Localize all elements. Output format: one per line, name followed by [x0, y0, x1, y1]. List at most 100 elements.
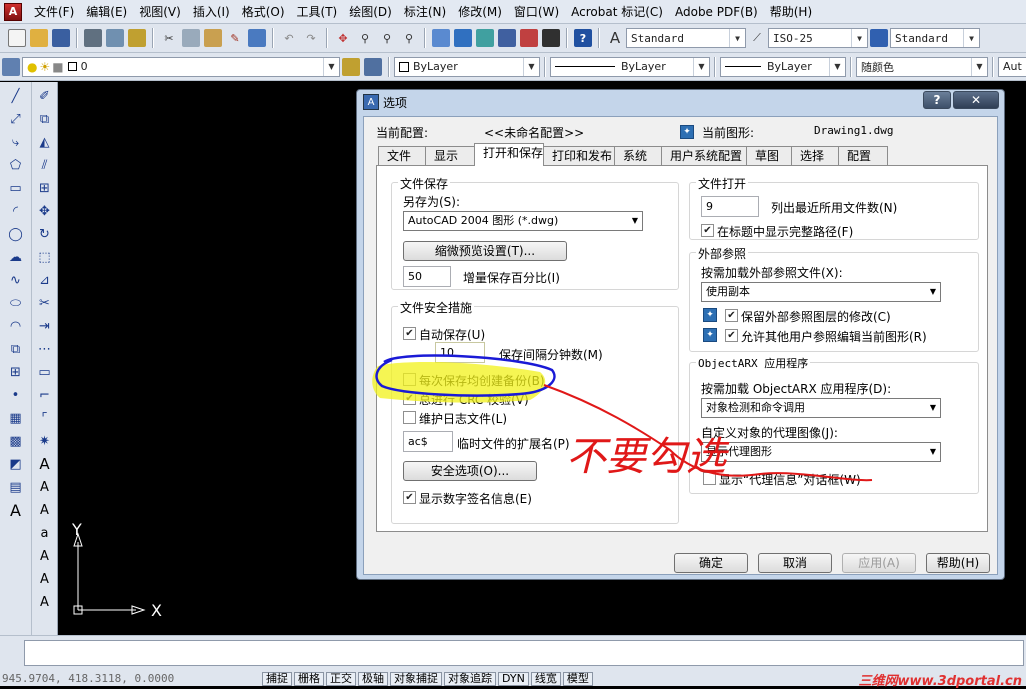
rectangle-icon[interactable]: ▭: [7, 179, 25, 197]
plotstyle-select[interactable]: 随颜色 ▼: [856, 56, 988, 77]
help-icon[interactable]: ?: [574, 29, 592, 47]
justify-text-icon[interactable]: A: [36, 593, 54, 611]
redo-icon[interactable]: ↷: [302, 29, 320, 47]
erase-icon[interactable]: ✐: [36, 87, 54, 105]
print-icon[interactable]: [84, 29, 102, 47]
temp-extension-input[interactable]: ac$: [403, 431, 453, 452]
status-toggle[interactable]: 极轴: [358, 671, 388, 686]
lineweight-select[interactable]: ByLayer ▼: [720, 56, 846, 77]
status-toggle[interactable]: 对象捕捉: [390, 671, 442, 686]
cut-icon[interactable]: ✂: [160, 29, 178, 47]
menu-item[interactable]: 帮助(H): [764, 0, 818, 24]
tab-drafting[interactable]: 草图: [746, 146, 792, 165]
stretch-icon[interactable]: ⊿: [36, 271, 54, 289]
extra-select[interactable]: Aut: [998, 56, 1026, 77]
make-block-icon[interactable]: ⊞: [7, 363, 25, 381]
status-toggle[interactable]: 捕捉: [262, 671, 292, 686]
new-file-icon[interactable]: [8, 29, 26, 47]
text-edit-icon[interactable]: A: [36, 478, 54, 496]
status-toggle[interactable]: 正交: [326, 671, 356, 686]
table-icon[interactable]: ▤: [7, 478, 25, 496]
spell-check-icon[interactable]: a: [36, 524, 54, 542]
layer-manager-icon[interactable]: [2, 57, 20, 76]
digital-signature-checkbox[interactable]: ✔: [403, 491, 416, 504]
menu-item[interactable]: 文件(F): [28, 0, 80, 24]
apply-button[interactable]: 应用(A): [842, 553, 916, 573]
menu-item[interactable]: 编辑(E): [80, 0, 133, 24]
cancel-button[interactable]: 取消: [758, 553, 832, 573]
save-as-select[interactable]: AutoCAD 2004 图形 (*.dwg) ▼: [403, 211, 643, 231]
layer-select[interactable]: ● ☀ ■ 0 ▼: [22, 56, 340, 77]
tool-palettes-icon[interactable]: [476, 29, 494, 47]
command-input[interactable]: [24, 640, 1024, 666]
properties-icon[interactable]: [432, 29, 450, 47]
line-icon[interactable]: ╱: [7, 87, 25, 105]
tab-profiles[interactable]: 配置: [838, 146, 888, 165]
zoom-window-icon[interactable]: ⚲: [378, 29, 396, 47]
move-icon[interactable]: ✥: [36, 202, 54, 220]
polygon-icon[interactable]: ⬠: [7, 156, 25, 174]
fillet-icon[interactable]: ⌜: [36, 409, 54, 427]
trim-icon[interactable]: ✂: [36, 294, 54, 312]
zoom-realtime-icon[interactable]: ⚲: [356, 29, 374, 47]
text-style-edit-icon[interactable]: A: [36, 501, 54, 519]
explode-icon[interactable]: ✷: [36, 432, 54, 450]
tab-open-save[interactable]: 打开和保存: [474, 143, 544, 166]
menu-item[interactable]: 插入(I): [187, 0, 236, 24]
markup-icon[interactable]: [520, 29, 538, 47]
copy-object-icon[interactable]: ⧉: [36, 110, 54, 128]
arx-load-select[interactable]: 对象检测和命令调用 ▼: [701, 398, 941, 418]
text-style-select[interactable]: Standard ▼: [626, 28, 746, 48]
chamfer-icon[interactable]: ⌐: [36, 386, 54, 404]
layer-previous-icon[interactable]: [364, 57, 382, 76]
block-editor-icon[interactable]: [248, 29, 266, 47]
hatch-icon[interactable]: ▦: [7, 409, 25, 427]
point-icon[interactable]: •: [7, 386, 25, 404]
status-toggle[interactable]: DYN: [498, 671, 529, 686]
revision-cloud-icon[interactable]: ☁: [7, 248, 25, 266]
find-text-icon[interactable]: A: [36, 547, 54, 565]
tab-selection[interactable]: 选择: [791, 146, 839, 165]
publish-icon[interactable]: [128, 29, 146, 47]
security-options-button[interactable]: 安全选项(O)...: [403, 461, 537, 481]
construction-line-icon[interactable]: ⤢: [7, 110, 25, 128]
menu-item[interactable]: 修改(M): [452, 0, 508, 24]
retain-xref-checkbox[interactable]: ✔: [725, 309, 738, 322]
make-current-layer-icon[interactable]: [342, 57, 360, 76]
dialog-titlebar[interactable]: A 选项: [357, 90, 1004, 114]
dim-style-select[interactable]: ISO-25 ▼: [768, 28, 868, 48]
mirror-icon[interactable]: ◭: [36, 133, 54, 151]
proxy-dialog-checkbox[interactable]: [703, 472, 716, 485]
autosave-minutes-input[interactable]: 10: [435, 342, 485, 363]
proxy-image-select[interactable]: 显示代理图形 ▼: [701, 442, 941, 462]
ellipse-icon[interactable]: ⬭: [7, 294, 25, 312]
zoom-previous-icon[interactable]: ⚲: [400, 29, 418, 47]
autosave-checkbox[interactable]: ✔: [403, 327, 416, 340]
thumbnail-settings-button[interactable]: 缩微预览设置(T)...: [403, 241, 567, 261]
gradient-icon[interactable]: ▩: [7, 432, 25, 450]
menu-item[interactable]: 工具(T): [291, 0, 344, 24]
status-toggle[interactable]: 模型: [562, 671, 593, 686]
tab-plot-publish[interactable]: 打印和发布: [543, 146, 615, 165]
tab-files[interactable]: 文件: [378, 146, 426, 165]
tab-display[interactable]: 显示: [425, 146, 475, 165]
open-file-icon[interactable]: [30, 29, 48, 47]
break-icon[interactable]: ⋯: [36, 340, 54, 358]
close-button[interactable]: ✕: [953, 91, 999, 109]
copy-icon[interactable]: [182, 29, 200, 47]
allow-edit-checkbox[interactable]: ✔: [725, 329, 738, 342]
color-select[interactable]: ByLayer ▼: [394, 56, 540, 77]
recent-files-input[interactable]: 9: [701, 196, 759, 217]
arc-icon[interactable]: ◜: [7, 202, 25, 220]
undo-icon[interactable]: ↶: [280, 29, 298, 47]
array-icon[interactable]: ⊞: [36, 179, 54, 197]
polyline-icon[interactable]: ⤷: [7, 133, 25, 151]
tab-user-preferences[interactable]: 用户系统配置: [661, 146, 747, 165]
help-button[interactable]: ?: [923, 91, 951, 109]
extend-icon[interactable]: ⇥: [36, 317, 54, 335]
xref-demand-select[interactable]: 使用副本 ▼: [701, 282, 941, 302]
menu-item[interactable]: Acrobat 标记(C): [565, 0, 669, 24]
join-icon[interactable]: ▭: [36, 363, 54, 381]
scale-text-icon[interactable]: A: [36, 570, 54, 588]
ok-button[interactable]: 确定: [674, 553, 748, 573]
